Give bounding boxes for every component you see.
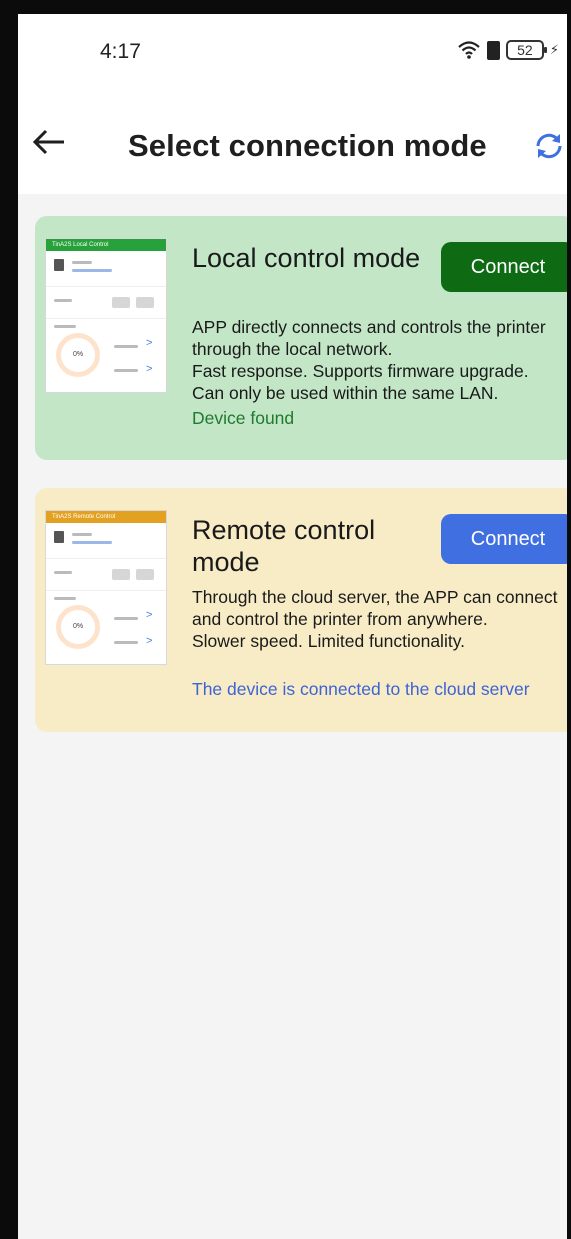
chevron-right-icon: > (146, 363, 153, 375)
remote-mode-thumbnail: TinA2S Remote Control 0% > > (45, 510, 167, 665)
charging-icon: ⚡ (549, 42, 559, 57)
thumbnail-header: TinA2S Remote Control (46, 511, 166, 523)
local-connect-button[interactable]: Connect (441, 242, 571, 292)
back-button[interactable] (30, 122, 70, 162)
local-mode-card[interactable]: TinA2S Local Control 0% > > Local contro… (35, 216, 571, 460)
remote-mode-description: Through the cloud server, the APP can co… (192, 587, 558, 651)
refresh-icon (536, 133, 562, 159)
app-header: Select connection mode (18, 94, 571, 194)
remote-connect-button[interactable]: Connect (441, 514, 571, 564)
thumbnail-header: TinA2S Local Control (46, 239, 166, 251)
page-title: Select connection mode (128, 128, 487, 163)
chevron-right-icon: > (146, 609, 153, 621)
thumbnail-device-row (46, 251, 166, 287)
local-mode-thumbnail: TinA2S Local Control 0% > > (45, 238, 167, 393)
remote-mode-title: Remote control mode (192, 515, 376, 577)
remote-mode-status: The device is connected to the cloud ser… (192, 679, 530, 699)
local-mode-description: APP directly connects and controls the p… (192, 317, 546, 403)
status-time: 4:17 (100, 40, 141, 63)
thumbnail-device-row (46, 523, 166, 559)
sim-icon (486, 40, 500, 60)
arrow-left-icon (32, 129, 64, 155)
device-bezel (567, 0, 571, 1239)
chevron-right-icon: > (146, 635, 153, 647)
battery-icon: 52 (505, 40, 547, 60)
thumbnail-gauge: 0% (56, 605, 100, 649)
printer-icon (54, 259, 64, 271)
local-mode-title: Local control mode (192, 243, 421, 273)
phone-screen: 4:17 52 ⚡ Select connection mode TinA2S … (0, 0, 571, 1239)
chevron-right-icon: > (146, 337, 153, 349)
refresh-button[interactable] (531, 128, 567, 164)
wifi-icon (457, 40, 481, 60)
local-mode-status: Device found (192, 408, 295, 428)
thumbnail-controls-row (46, 287, 166, 319)
thumbnail-status-row: 0% > > (46, 591, 166, 664)
thumbnail-status-row: 0% > > (46, 319, 166, 392)
thumbnail-gauge: 0% (56, 333, 100, 377)
thumbnail-controls-row (46, 559, 166, 591)
content-area: TinA2S Local Control 0% > > Local contro… (18, 194, 571, 1239)
status-icons: 52 ⚡ (457, 40, 559, 60)
remote-mode-card[interactable]: TinA2S Remote Control 0% > > Remote cont… (35, 488, 571, 732)
status-bar: 4:17 52 ⚡ (18, 14, 571, 94)
printer-icon (54, 531, 64, 543)
